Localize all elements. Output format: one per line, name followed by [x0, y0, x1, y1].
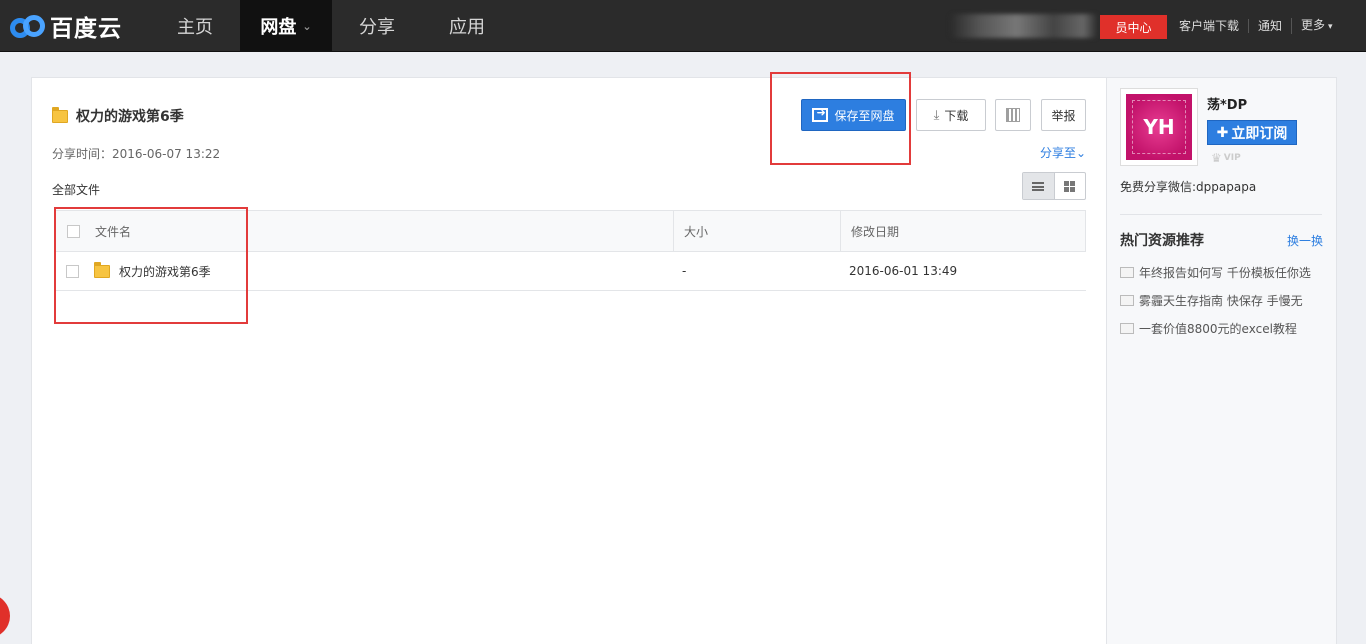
share-title-row: 权力的游戏第6季 — [52, 106, 184, 126]
notify-link[interactable]: 通知 — [1248, 19, 1291, 33]
download-label: 下载 — [944, 108, 969, 123]
hot-item-label: 年终报告如何写 千份模板任你选 — [1139, 265, 1311, 280]
breadcrumb-all-files[interactable]: 全部文件 — [52, 181, 100, 198]
header-name[interactable]: 文件名 — [95, 223, 131, 240]
qrcode-button[interactable] — [995, 99, 1031, 131]
download-button[interactable]: ⤓ 下载 — [916, 99, 986, 131]
grid-view-icon — [1064, 180, 1076, 192]
plus-icon: ✚ — [1216, 124, 1229, 141]
main-nav: 主页 网盘 ⌄ 分享 应用 — [150, 0, 512, 52]
floating-red-button[interactable] — [0, 594, 10, 638]
folder-icon — [52, 106, 68, 123]
top-links: 客户端下载 通知 更多 ▾ — [1170, 0, 1342, 52]
chevron-down-icon: ▾ — [1328, 22, 1333, 32]
vip-badge: ♛ VIP — [1211, 150, 1247, 166]
folder-icon — [94, 261, 110, 278]
list-item[interactable]: 一套价值8800元的excel教程 — [1120, 314, 1330, 342]
nav-apps[interactable]: 应用 — [422, 0, 512, 52]
refresh-hot-link[interactable]: 换一换 — [1287, 232, 1323, 249]
sharer-name[interactable]: 荡*DP — [1207, 94, 1247, 113]
download-icon: ⤓ — [933, 107, 940, 123]
sharer-sidebar: YH 荡*DP ✚ 立即订阅 ♛ VIP 免费分享微信:dppapapa 热门资源… — [1107, 77, 1337, 644]
document-icon — [1120, 266, 1134, 278]
cloud-logo-icon — [10, 12, 46, 40]
list-view-icon — [1032, 181, 1045, 191]
list-item[interactable]: 雾霾天生存指南 快保存 手慢无 — [1120, 286, 1330, 314]
crown-icon: ♛ — [1211, 151, 1222, 165]
nav-home-label: 主页 — [177, 17, 213, 38]
brand-name: 百度云 — [50, 16, 122, 42]
row-file-name[interactable]: 权力的游戏第6季 — [119, 263, 211, 280]
table-header: 文件名 大小 修改日期 — [54, 210, 1086, 252]
hot-resources-title: 热门资源推荐 — [1120, 233, 1204, 249]
file-table: 文件名 大小 修改日期 权力的游戏第6季 - 2016-06-01 13:49 — [54, 210, 1086, 291]
vip-label: VIP — [1223, 153, 1241, 163]
avatar[interactable]: YH — [1120, 88, 1198, 166]
vip-center-button[interactable]: 员中心 — [1100, 15, 1167, 39]
header-date[interactable]: 修改日期 — [840, 211, 1085, 251]
header-name-col: 文件名 — [55, 211, 673, 251]
row-checkbox[interactable] — [66, 264, 79, 278]
view-toggle — [1022, 172, 1086, 200]
hot-resources-list: 年终报告如何写 千份模板任你选 雾霾天生存指南 快保存 手慢无 一套价值8800… — [1120, 258, 1330, 342]
nav-apps-label: 应用 — [449, 17, 485, 38]
sharer-wechat: 免费分享微信:dppapapa — [1120, 180, 1257, 194]
top-navbar: 百度云 主页 网盘 ⌄ 分享 应用 员中心 客户端下载 通知 更多 ▾ — [0, 0, 1366, 52]
nav-share[interactable]: 分享 — [332, 0, 422, 52]
save-label: 保存至网盘 — [834, 108, 895, 123]
client-download-link[interactable]: 客户端下载 — [1170, 19, 1248, 33]
hot-item-label: 一套价值8800元的excel教程 — [1139, 321, 1297, 336]
save-to-netdisk-button[interactable]: 保存至网盘 — [801, 99, 906, 131]
avatar-image: YH — [1126, 94, 1192, 160]
nav-netdisk-label: 网盘 — [260, 17, 297, 38]
header-size[interactable]: 大小 — [673, 211, 840, 251]
subscribe-button[interactable]: ✚ 立即订阅 — [1207, 120, 1297, 145]
more-label: 更多 — [1301, 18, 1326, 32]
nav-netdisk[interactable]: 网盘 ⌄ — [240, 0, 332, 52]
list-view-button[interactable] — [1023, 173, 1054, 199]
document-icon — [1120, 322, 1134, 334]
baidu-cloud-logo[interactable]: 百度云 — [10, 10, 122, 42]
share-to-dropdown[interactable]: 分享至⌄ — [1040, 144, 1086, 161]
chevron-down-icon: ⌄ — [302, 19, 312, 33]
list-item[interactable]: 年终报告如何写 千份模板任你选 — [1120, 258, 1330, 286]
blurred-username[interactable] — [950, 14, 1098, 38]
more-menu[interactable]: 更多 ▾ — [1291, 18, 1342, 34]
subscribe-label: 立即订阅 — [1231, 125, 1288, 142]
nav-home[interactable]: 主页 — [150, 0, 240, 52]
share-title: 权力的游戏第6季 — [76, 109, 184, 125]
row-date: 2016-06-01 13:49 — [849, 264, 958, 278]
save-icon — [812, 106, 829, 122]
select-all-checkbox[interactable] — [67, 224, 80, 238]
hot-item-label: 雾霾天生存指南 快保存 手慢无 — [1139, 293, 1303, 308]
table-row[interactable]: 权力的游戏第6季 - 2016-06-01 13:49 — [54, 252, 1086, 291]
share-to-label: 分享至 — [1040, 146, 1077, 160]
report-button[interactable]: 举报 — [1041, 99, 1086, 131]
row-name-cell: 权力的游戏第6季 — [54, 252, 672, 290]
share-main-panel: 权力的游戏第6季 分享时间：2016-06-07 13:22 全部文件 保存至网… — [31, 72, 1107, 644]
share-time: 分享时间：2016-06-07 13:22 — [52, 147, 221, 161]
grid-view-button[interactable] — [1053, 173, 1086, 199]
document-icon — [1120, 294, 1134, 306]
divider — [1120, 214, 1322, 215]
qrcode-icon — [1006, 108, 1020, 122]
chevron-down-icon: ⌄ — [1076, 146, 1087, 160]
nav-share-label: 分享 — [359, 17, 395, 38]
row-size: - — [682, 264, 687, 278]
